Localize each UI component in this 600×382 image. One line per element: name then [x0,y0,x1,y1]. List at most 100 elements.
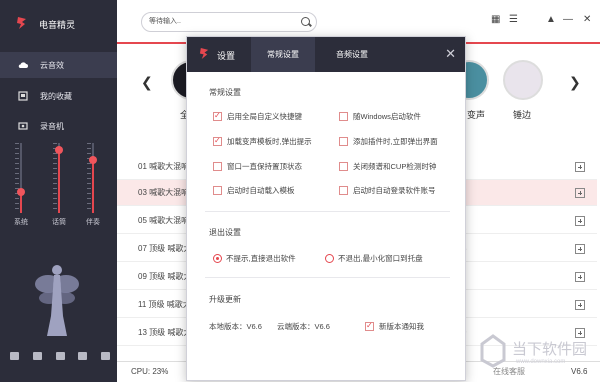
app-logo-icon [17,17,26,29]
watermark: 当下软件园 www.downxia.com [472,330,600,376]
app-title: 电音精灵 [39,20,76,30]
checkbox-disable-spectrum[interactable]: 关闭频谱和CUP检测时钟 [339,161,436,172]
slider-knob[interactable] [55,146,63,154]
watermark-text: 当下软件园 [512,341,588,358]
list-item-name: 09 顶级 喊歌大 [138,272,192,281]
cpu-usage: CPU: 23% [131,367,169,376]
divider [205,277,450,278]
folder-icon[interactable] [10,352,19,360]
close-icon[interactable]: ✕ [445,46,456,62]
settings-dialog: 设置 常规设置 音频设置 ✕ 常规设置 启用全局自定义快捷键 随Windows启… [186,36,466,381]
add-icon[interactable] [575,188,585,198]
mic-volume-slider[interactable] [53,143,65,213]
divider [205,211,450,212]
slider-label-system: 系统 [14,219,28,226]
sidebar-item-recorder[interactable]: 录音机 [0,113,117,139]
recorder-icon [18,122,28,130]
sidebar-item-label: 录音机 [40,121,64,131]
checkbox-label: 关闭频谱和CUP检测时钟 [353,162,437,171]
add-icon[interactable] [575,300,585,310]
checkbox-plugin-popup[interactable]: 添加插件时,立即弹出界面 [339,136,438,147]
save-icon[interactable] [32,352,42,360]
accompaniment-volume-slider[interactable] [87,143,99,213]
radio-exit-directly[interactable]: 不提示,直接退出软件 [213,253,296,264]
radio-dot[interactable] [325,254,334,263]
fairy-mascot-icon [35,265,79,336]
carousel-label: 变声 [467,110,486,120]
close-icon[interactable]: ✕ [583,14,591,25]
grid-icon[interactable]: ▦ [491,14,500,25]
sidebar-toolbar [10,352,110,360]
search-input[interactable]: 等待输入.. [141,12,317,32]
carousel-avatar[interactable] [503,60,543,100]
add-icon[interactable] [575,216,585,226]
minimize-icon[interactable]: ▲ [546,14,556,25]
checkbox-box[interactable] [365,321,374,331]
system-volume-slider[interactable] [15,143,27,213]
add-icon[interactable] [575,162,585,172]
checkbox-autoload-template[interactable]: 启动时自动载入模板 [213,185,295,196]
checkbox-box[interactable] [339,137,348,146]
bookmark-icon [18,91,28,101]
checkbox-box[interactable] [213,162,222,171]
checkbox-label: 启动时自动登录软件账号 [353,186,436,195]
disk-icon[interactable] [55,352,65,360]
watermark-sub: www.downxia.com [516,359,566,365]
slider-knob[interactable] [17,188,25,196]
tab-general-settings[interactable]: 常规设置 [251,37,315,72]
radio-minimize-to-tray[interactable]: 不退出,最小化窗口到托盘 [325,253,423,264]
checkbox-box[interactable] [213,186,222,195]
list-item-name: 05 喊歌大混响 [138,216,190,225]
radio-dot[interactable] [213,254,222,263]
app-logo-icon [199,48,209,59]
slider-knob[interactable] [89,156,97,164]
checkbox-label: 启用全局自定义快捷键 [227,112,302,121]
checkbox-auto-login[interactable]: 启动时自动登录软件账号 [339,185,436,196]
slider-label-accompaniment: 伴奏 [86,219,100,226]
search-icon[interactable] [301,17,310,26]
checkbox-box[interactable] [213,136,222,146]
radio-label: 不提示,直接退出软件 [226,254,296,263]
sidebar-item-favorites[interactable]: 我的收藏 [0,83,117,109]
checkbox-label: 添加插件时,立即弹出界面 [353,137,438,146]
cloud-version: 云端版本：V6.6 [277,322,330,331]
sidebar-item-label: 我的收藏 [40,91,72,101]
tab-audio-settings[interactable]: 音频设置 [319,37,385,72]
checkbox-start-with-windows[interactable]: 随Windows启动软件 [339,111,421,122]
watermark-logo-icon [480,334,506,368]
slider-label-mic: 话筒 [52,219,66,226]
trash-icon[interactable] [101,352,110,360]
list-item-name: 03 喊歌大混响 [138,188,190,197]
local-version: 本地版本：V6.6 [209,322,262,331]
add-icon[interactable] [575,272,585,282]
checkbox-box[interactable] [339,162,348,171]
checkbox-always-on-top[interactable]: 窗口一直保持置顶状态 [213,161,302,172]
carousel-label: 锤边 [513,110,532,120]
search-placeholder: 等待输入.. [149,18,181,25]
checkbox-label: 窗口一直保持置顶状态 [227,162,302,171]
checkbox-box[interactable] [339,186,348,195]
dialog-header: 设置 常规设置 音频设置 ✕ [187,37,465,72]
add-icon[interactable] [575,244,585,254]
list-item-name: 13 顶级 喊歌大 [138,328,192,337]
section-title-general: 常规设置 [209,88,241,97]
radio-label: 不退出,最小化窗口到托盘 [338,254,423,263]
checkbox-box[interactable] [213,111,222,121]
carousel-next-icon[interactable]: ❯ [569,74,581,91]
sidebar-item-label: 云音效 [40,60,64,70]
section-title-exit: 退出设置 [209,228,241,237]
window-min-icon[interactable]: — [563,14,573,25]
checkbox-template-prompt[interactable]: 加载变声模板时,弹出提示 [213,136,312,147]
checkbox-label: 新版本通知我 [379,322,424,331]
carousel-prev-icon[interactable]: ❮ [141,74,153,91]
sidebar-item-cloud-effects[interactable]: 云音效 [0,52,117,78]
list-icon[interactable]: ☰ [509,14,518,25]
list-item-name: 11 顶级 喊歌大 [138,300,191,309]
checkbox-global-hotkeys[interactable]: 启用全局自定义快捷键 [213,111,302,122]
section-title-upgrade: 升级更新 [209,295,241,304]
checkbox-box[interactable] [339,112,348,121]
volume-sliders: 系统 话筒 伴奏 [10,143,110,228]
export-icon[interactable] [78,352,88,360]
checkbox-notify-new-version[interactable]: 新版本通知我 [365,321,424,332]
dialog-title: 设置 [217,51,236,61]
